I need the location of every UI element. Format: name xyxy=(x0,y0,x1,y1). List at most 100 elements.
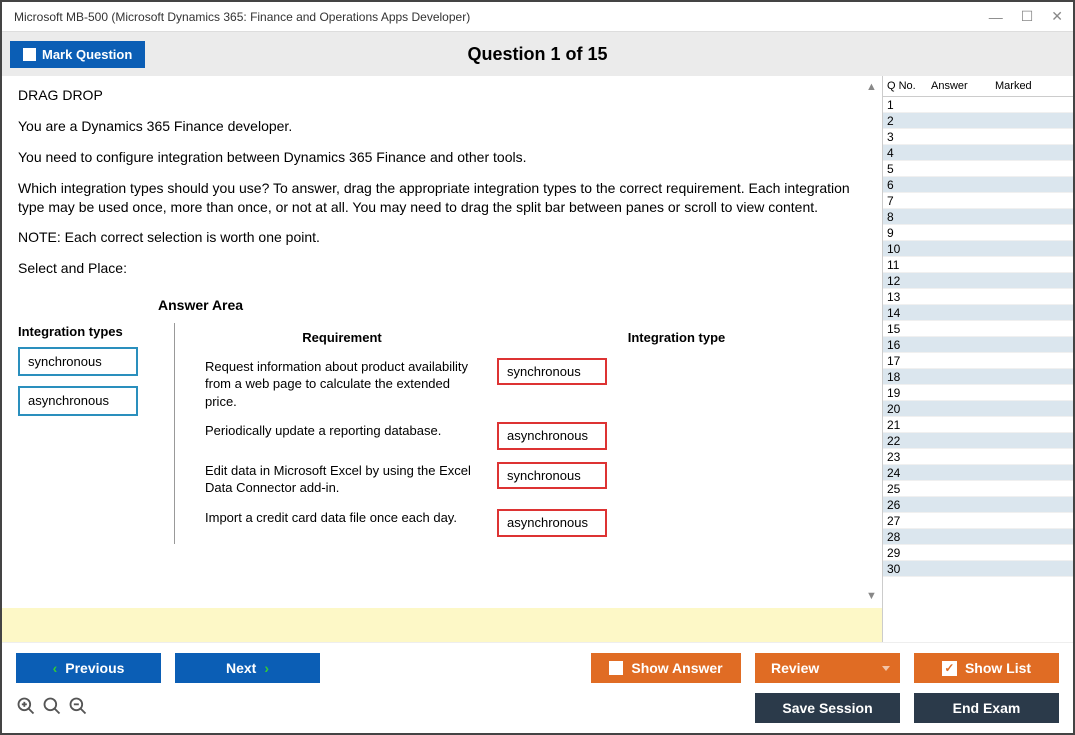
nav-row[interactable]: 8 xyxy=(883,209,1073,225)
next-button[interactable]: Next › xyxy=(175,653,320,683)
drop-target[interactable]: synchronous xyxy=(497,462,607,490)
nav-row[interactable]: 25 xyxy=(883,481,1073,497)
question-body[interactable]: ▲ ▼ DRAG DROP You are a Dynamics 365 Fin… xyxy=(2,76,882,608)
app-window: Microsoft MB-500 (Microsoft Dynamics 365… xyxy=(0,0,1075,735)
question-counter: Question 1 of 15 xyxy=(467,44,607,65)
nav-row[interactable]: 26 xyxy=(883,497,1073,513)
table-row: Import a credit card data file once each… xyxy=(197,504,864,542)
scroll-down-icon: ▼ xyxy=(866,589,880,604)
mark-question-button[interactable]: Mark Question xyxy=(10,41,145,68)
nav-qno: 27 xyxy=(883,514,927,528)
answer-area-label: Answer Area xyxy=(158,296,866,315)
drop-target[interactable]: synchronous xyxy=(497,358,607,386)
previous-button[interactable]: ‹ Previous xyxy=(16,653,161,683)
nav-header-qno: Q No. xyxy=(883,76,927,96)
nav-qno: 2 xyxy=(883,114,927,128)
nav-header-marked: Marked xyxy=(991,76,1073,96)
drag-item-asynchronous[interactable]: asynchronous xyxy=(18,386,138,416)
nav-qno: 7 xyxy=(883,194,927,208)
nav-row[interactable]: 1 xyxy=(883,97,1073,113)
nav-row[interactable]: 10 xyxy=(883,241,1073,257)
nav-row[interactable]: 12 xyxy=(883,273,1073,289)
checkbox-icon xyxy=(23,48,36,61)
nav-row[interactable]: 19 xyxy=(883,385,1073,401)
nav-qno: 6 xyxy=(883,178,927,192)
requirement-table: Requirement Integration type Request inf… xyxy=(195,323,866,543)
nav-row[interactable]: 16 xyxy=(883,337,1073,353)
nav-row[interactable]: 17 xyxy=(883,353,1073,369)
nav-row[interactable]: 23 xyxy=(883,449,1073,465)
show-answer-button[interactable]: Show Answer xyxy=(591,653,741,683)
nav-row[interactable]: 11 xyxy=(883,257,1073,273)
nav-header: Q No. Answer Marked xyxy=(883,76,1073,97)
requirement-text: Request information about product availa… xyxy=(197,353,487,416)
nav-row[interactable]: 28 xyxy=(883,529,1073,545)
nav-row[interactable]: 24 xyxy=(883,465,1073,481)
nav-row[interactable]: 20 xyxy=(883,401,1073,417)
question-panel: ▲ ▼ DRAG DROP You are a Dynamics 365 Fin… xyxy=(2,76,883,642)
nav-row[interactable]: 27 xyxy=(883,513,1073,529)
nav-row[interactable]: 5 xyxy=(883,161,1073,177)
chevron-down-icon xyxy=(882,666,890,671)
nav-row[interactable]: 13 xyxy=(883,289,1073,305)
zoom-in-icon[interactable] xyxy=(16,696,36,721)
nav-row[interactable]: 4 xyxy=(883,145,1073,161)
show-list-label: Show List xyxy=(965,660,1031,676)
nav-row[interactable]: 14 xyxy=(883,305,1073,321)
nav-row[interactable]: 2 xyxy=(883,113,1073,129)
nav-qno: 22 xyxy=(883,434,927,448)
footer: ‹ Previous Next › Show Answer Review ✓ S… xyxy=(2,642,1073,733)
minimize-icon[interactable]: — xyxy=(989,9,1003,25)
nav-qno: 24 xyxy=(883,466,927,480)
review-label: Review xyxy=(771,660,819,676)
toolbar: Mark Question Question 1 of 15 xyxy=(2,32,1073,76)
question-p5: Select and Place: xyxy=(18,259,866,278)
end-exam-button[interactable]: End Exam xyxy=(914,693,1059,723)
drop-target[interactable]: asynchronous xyxy=(497,509,607,537)
titlebar: Microsoft MB-500 (Microsoft Dynamics 365… xyxy=(2,2,1073,32)
zoom-reset-icon[interactable] xyxy=(42,696,62,721)
nav-qno: 10 xyxy=(883,242,927,256)
close-icon[interactable]: ✕ xyxy=(1051,8,1063,25)
table-row: Request information about product availa… xyxy=(197,353,864,416)
maximize-icon[interactable]: ☐ xyxy=(1021,8,1034,25)
nav-row[interactable]: 15 xyxy=(883,321,1073,337)
checkbox-checked-icon: ✓ xyxy=(942,661,957,676)
nav-row[interactable]: 21 xyxy=(883,417,1073,433)
nav-row[interactable]: 22 xyxy=(883,433,1073,449)
nav-row[interactable]: 30 xyxy=(883,561,1073,577)
source-header: Integration types xyxy=(18,323,158,341)
nav-list[interactable]: 1234567891011121314151617181920212223242… xyxy=(883,97,1073,642)
nav-qno: 4 xyxy=(883,146,927,160)
save-session-label: Save Session xyxy=(782,700,872,716)
nav-row[interactable]: 29 xyxy=(883,545,1073,561)
window-controls: — ☐ ✕ xyxy=(989,8,1063,25)
nav-qno: 20 xyxy=(883,402,927,416)
footer-row-1: ‹ Previous Next › Show Answer Review ✓ S… xyxy=(16,653,1059,683)
nav-qno: 13 xyxy=(883,290,927,304)
nav-qno: 17 xyxy=(883,354,927,368)
end-exam-label: End Exam xyxy=(953,700,1021,716)
question-nav-panel: Q No. Answer Marked 12345678910111213141… xyxy=(883,76,1073,642)
nav-row[interactable]: 6 xyxy=(883,177,1073,193)
nav-row[interactable]: 9 xyxy=(883,225,1073,241)
question-p3: Which integration types should you use? … xyxy=(18,179,866,217)
nav-row[interactable]: 18 xyxy=(883,369,1073,385)
nav-qno: 26 xyxy=(883,498,927,512)
integration-type-header: Integration type xyxy=(489,325,864,351)
nav-qno: 18 xyxy=(883,370,927,384)
drag-item-synchronous[interactable]: synchronous xyxy=(18,347,138,377)
answer-grid: Integration types synchronous asynchrono… xyxy=(18,323,866,543)
nav-qno: 9 xyxy=(883,226,927,240)
save-session-button[interactable]: Save Session xyxy=(755,693,900,723)
zoom-out-icon[interactable] xyxy=(68,696,88,721)
review-button[interactable]: Review xyxy=(755,653,900,683)
nav-row[interactable]: 3 xyxy=(883,129,1073,145)
table-row: Periodically update a reporting database… xyxy=(197,417,864,455)
previous-label: Previous xyxy=(65,660,124,676)
checkbox-icon xyxy=(609,661,623,675)
nav-row[interactable]: 7 xyxy=(883,193,1073,209)
drop-target[interactable]: asynchronous xyxy=(497,422,607,450)
show-list-button[interactable]: ✓ Show List xyxy=(914,653,1059,683)
question-p4: NOTE: Each correct selection is worth on… xyxy=(18,228,866,247)
